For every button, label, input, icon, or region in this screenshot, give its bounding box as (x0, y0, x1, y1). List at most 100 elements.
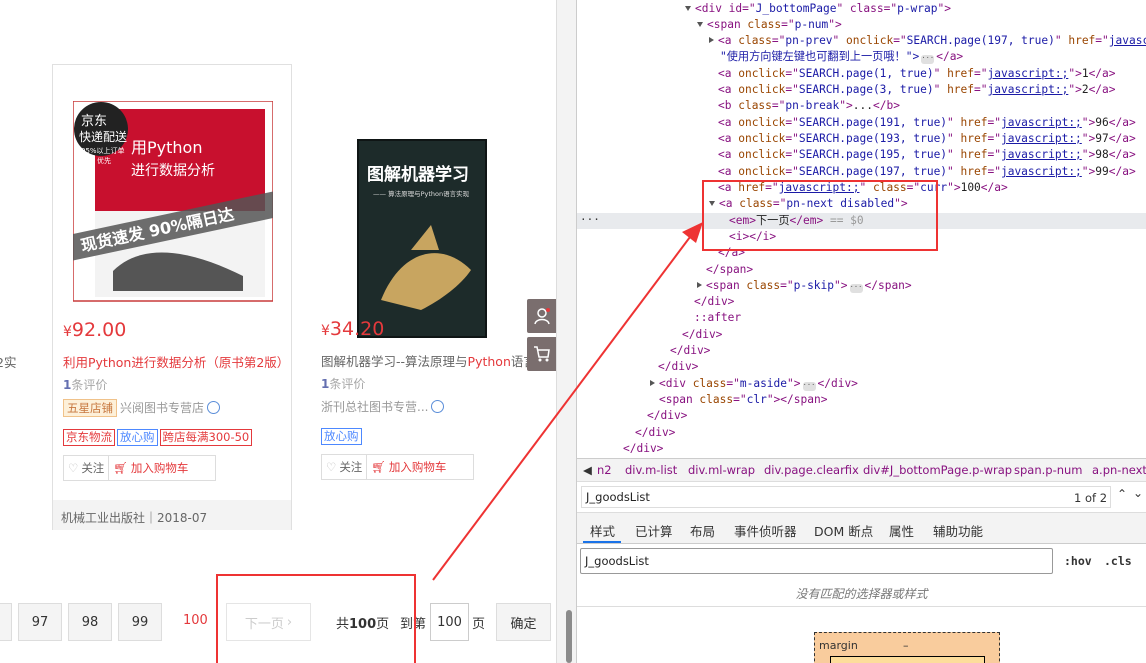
panel-divider[interactable] (556, 0, 577, 663)
attr-link[interactable]: javascript:; (1001, 132, 1082, 145)
dom-node[interactable]: <b class="pn-break">...</b> (718, 98, 900, 114)
breadcrumb-item[interactable]: a.pn-next.d (1092, 463, 1146, 477)
dom-search-bar: J_goodsList 1 of 2 ⌃ ⌄ (577, 482, 1146, 513)
dom-node[interactable]: <a onclick="SEARCH.page(193, true)" href… (718, 131, 1136, 147)
tab-event-listeners[interactable]: 事件侦听器 (734, 521, 797, 540)
tab-styles[interactable]: 样式 (590, 521, 615, 540)
review-count[interactable]: 1条评价 (321, 375, 365, 392)
product-actions: ♡ 关注 🛒︎ 加入购物车 (63, 455, 216, 481)
pseudo-element[interactable]: ::after (694, 310, 741, 326)
clipped-product-title: 2实 (0, 355, 17, 370)
dom-node[interactable]: <a onclick="SEARCH.page(191, true)" href… (718, 115, 1136, 131)
attr-value: SEARCH.page(197, true) (798, 165, 948, 178)
breadcrumb-item[interactable]: div.ml-wrap (688, 463, 755, 477)
ellipsis-icon[interactable]: ··· (802, 382, 816, 391)
node-text: ... (852, 99, 873, 112)
breadcrumb-item[interactable]: div#J_bottomPage.p-wrap (863, 463, 1012, 477)
tab-layout[interactable]: 布局 (690, 521, 715, 540)
styles-filter-input[interactable]: J_goodsList (580, 548, 1053, 574)
ellipsis-icon[interactable]: ··· (921, 55, 935, 64)
tab-accessibility[interactable]: 辅助功能 (933, 521, 983, 540)
tag-worry-free: 放心购 (117, 429, 158, 446)
box-model-border[interactable] (830, 656, 985, 663)
price-value: 34.20 (329, 318, 385, 340)
dom-node-cont: "使用方向键左键也可翻到上一页哦！"> ··· </a> (720, 50, 964, 64)
cart-sidebar-button[interactable] (527, 337, 556, 371)
tab-computed[interactable]: 已计算 (635, 521, 673, 540)
product-image[interactable]: 京东 快递配送 95%以上订单 优先 用Python 进行数据分析 现货速发 9… (66, 100, 280, 341)
dom-node[interactable]: <span class="clr"></span> (659, 392, 827, 408)
page-button-99[interactable]: 99 (118, 603, 162, 641)
collapse-triangle-icon[interactable] (697, 282, 702, 288)
breadcrumb-item[interactable]: n2 (597, 463, 612, 477)
dom-node[interactable]: <div class="m-aside"> ··· </div> (650, 376, 858, 392)
product-image[interactable]: 图解机器学习 —— 算法原理与Python语言实现 (321, 100, 521, 340)
page-button-clipped[interactable] (0, 603, 12, 641)
chat-icon[interactable] (207, 401, 221, 414)
tab-dom-breakpoints[interactable]: DOM 断点 (814, 521, 873, 540)
attr-link[interactable]: javascript:; (988, 83, 1069, 96)
node-text: 99 (1095, 165, 1109, 178)
dom-node[interactable]: <span class="p-num"> (697, 17, 842, 33)
shop-name-link[interactable]: 兴阅图书专营店 (120, 401, 204, 415)
more-options-icon[interactable]: ··· (580, 213, 600, 226)
tag-promotion: 跨店每满300-50 (159, 429, 253, 446)
product-list-page: 2实 京东 快递配送 95%以上订单 优先 用Python 进行数据分析 (0, 0, 556, 663)
page-button-97[interactable]: 97 (18, 603, 62, 641)
attr-link[interactable]: javascript:; (988, 67, 1069, 80)
dom-node[interactable]: <a onclick="SEARCH.page(195, true)" href… (718, 147, 1136, 163)
chevron-down-icon[interactable]: ⌄ (1133, 486, 1143, 500)
add-to-cart-button[interactable]: 🛒︎ 加入购物车 (366, 455, 450, 479)
product-title-link[interactable]: 图解机器学习--算法原理与Python语言实 (321, 351, 548, 370)
product-card[interactable]: 京东 快递配送 95%以上订单 优先 用Python 进行数据分析 现货速发 9… (52, 64, 292, 530)
dom-node[interactable]: <a onclick="SEARCH.page(197, true)" href… (718, 164, 1136, 180)
dom-node[interactable]: <span class="p-skip"> ··· </span> (697, 278, 912, 294)
expand-triangle-icon[interactable] (697, 22, 703, 27)
dom-search-input[interactable]: J_goodsList (581, 486, 1111, 508)
ellipsis-icon[interactable]: ··· (849, 284, 863, 293)
attr-value: p-wrap (897, 2, 938, 15)
margin-value[interactable]: – (903, 639, 909, 652)
attr-link[interactable]: javascript:; (1001, 165, 1082, 178)
node-text: 96 (1095, 116, 1109, 129)
dom-node[interactable]: <a onclick="SEARCH.page(3, true)" href="… (718, 82, 1116, 98)
chat-icon[interactable] (431, 400, 445, 413)
box-model-margin[interactable]: margin – (814, 632, 1000, 663)
class-toggle[interactable]: .cls (1104, 554, 1132, 568)
node-text: 97 (1095, 132, 1109, 145)
breadcrumb-scroll-left-icon[interactable]: ◀ (583, 463, 592, 477)
shop-name-link[interactable]: 浙刊总社图书专营... (321, 400, 428, 414)
dom-node-close: </div> (694, 295, 735, 308)
page-scrollbar-thumb[interactable] (566, 610, 572, 663)
tab-properties[interactable]: 属性 (889, 521, 914, 540)
dom-node[interactable]: <a onclick="SEARCH.page(1, true)" href="… (718, 66, 1116, 82)
page-button-98[interactable]: 98 (68, 603, 112, 641)
confirm-goto-button[interactable]: 确定 (496, 603, 551, 641)
attr-value: pn-break (785, 99, 840, 112)
dom-node[interactable]: <div id="J_bottomPage" class="p-wrap"> (685, 1, 951, 17)
review-count[interactable]: 1条评价 (63, 376, 107, 393)
annotation-box-next-button (216, 574, 416, 663)
hover-state-toggle[interactable]: :hov (1064, 554, 1092, 568)
dom-node-close: </div> (623, 442, 664, 455)
follow-button[interactable]: ♡ 关注 (64, 456, 108, 480)
collapse-triangle-icon[interactable] (650, 380, 655, 386)
user-sidebar-button[interactable] (527, 299, 556, 333)
product-title-link[interactable]: 利用Python进行数据分析（原书第2版） (63, 352, 289, 371)
collapse-triangle-icon[interactable] (709, 37, 714, 43)
breadcrumb-item[interactable]: div.m-list (625, 463, 677, 477)
expand-triangle-icon[interactable] (685, 6, 691, 11)
add-to-cart-button[interactable]: 🛒︎ 加入购物车 (108, 456, 192, 480)
breadcrumb-item[interactable]: div.page.clearfix (764, 463, 859, 477)
chevron-up-icon[interactable]: ⌃ (1117, 487, 1127, 501)
attr-link[interactable]: javascript:; (1001, 148, 1082, 161)
dom-node[interactable]: <a class="pn-prev" onclick="SEARCH.page(… (709, 33, 1146, 49)
goto-page-input[interactable] (430, 603, 469, 641)
attr-link[interactable]: javascr (1109, 34, 1146, 47)
current-page: 100 (183, 613, 208, 628)
product-card[interactable]: 图解机器学习 —— 算法原理与Python语言实现 ¥34.20 图解机器学习-… (311, 64, 556, 530)
breadcrumb-item[interactable]: span.p-num (1014, 463, 1083, 477)
review-suffix: 条评价 (71, 378, 108, 392)
follow-button[interactable]: ♡ 关注 (322, 455, 366, 479)
attr-link[interactable]: javascript:; (1001, 116, 1082, 129)
